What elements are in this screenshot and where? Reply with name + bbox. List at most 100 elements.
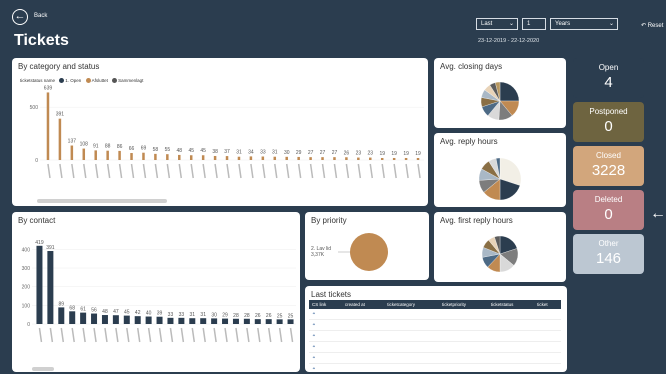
- reset-button[interactable]: ↶ Reset: [641, 22, 663, 29]
- status-tile-postponed[interactable]: Postponed 0: [573, 102, 644, 142]
- bar[interactable]: [357, 157, 360, 160]
- link-icon[interactable]: ⚭: [309, 319, 342, 331]
- horizontal-scrollbar[interactable]: [32, 367, 54, 371]
- pie-slice[interactable]: [499, 81, 520, 102]
- bar[interactable]: [254, 319, 261, 324]
- bar[interactable]: [47, 251, 54, 324]
- bar[interactable]: [130, 153, 133, 160]
- filter-number-input[interactable]: 1: [522, 18, 546, 30]
- bar[interactable]: [273, 156, 277, 160]
- pie-slice[interactable]: [350, 233, 388, 271]
- bar[interactable]: [58, 118, 62, 160]
- bar[interactable]: [70, 145, 74, 160]
- bar[interactable]: [285, 156, 288, 160]
- link-icon[interactable]: ⚭: [309, 341, 342, 353]
- bar[interactable]: [297, 156, 300, 160]
- table-row[interactable]: ⚭: [309, 330, 561, 342]
- bar[interactable]: [201, 155, 205, 160]
- bar[interactable]: [211, 318, 218, 324]
- bar[interactable]: [178, 154, 181, 160]
- arrow-left-icon[interactable]: ←: [650, 205, 666, 223]
- bar[interactable]: [276, 319, 283, 324]
- bar[interactable]: [232, 318, 239, 324]
- bar[interactable]: [46, 92, 50, 160]
- filter-mode-select[interactable]: Last ⌄: [476, 18, 518, 30]
- x-tick-label-placeholder: [262, 163, 266, 179]
- bar[interactable]: [106, 150, 109, 160]
- link-icon[interactable]: ⚭: [309, 363, 342, 372]
- bar[interactable]: [345, 157, 348, 160]
- pie-label-value: 3,37K: [311, 252, 325, 258]
- column-header[interactable]: CS link: [309, 300, 342, 309]
- back-label[interactable]: Back: [34, 13, 47, 19]
- bar[interactable]: [101, 315, 108, 324]
- bar[interactable]: [80, 312, 87, 324]
- y-tick-label: 500: [30, 105, 39, 111]
- bar[interactable]: [166, 154, 169, 160]
- column-header[interactable]: ticket: [534, 300, 561, 309]
- bar[interactable]: [167, 317, 174, 324]
- table-row[interactable]: ⚭: [309, 319, 561, 331]
- status-tile-closed[interactable]: Closed 3228: [573, 146, 644, 186]
- bar[interactable]: [404, 157, 408, 160]
- filter-unit-select[interactable]: Years ⌄: [550, 18, 618, 30]
- table-row[interactable]: ⚭: [309, 341, 561, 353]
- bar[interactable]: [94, 150, 97, 160]
- bar[interactable]: [69, 311, 76, 324]
- table-row[interactable]: ⚭: [309, 309, 561, 320]
- back-icon[interactable]: ←: [12, 9, 28, 25]
- bar[interactable]: [222, 318, 229, 324]
- bar[interactable]: [156, 316, 163, 324]
- column-header[interactable]: ticketcategory: [384, 300, 440, 309]
- bar[interactable]: [380, 157, 384, 160]
- data-label: 47: [113, 309, 119, 315]
- bar[interactable]: [200, 318, 207, 324]
- column-header[interactable]: created at: [341, 300, 385, 309]
- status-tile-label: Closed: [596, 151, 621, 160]
- bar[interactable]: [82, 148, 86, 160]
- link-icon[interactable]: ⚭: [309, 330, 342, 342]
- bar[interactable]: [416, 157, 420, 160]
- link-icon[interactable]: ⚭: [309, 352, 342, 364]
- undo-icon: ↶: [641, 23, 647, 29]
- bar[interactable]: [189, 155, 193, 160]
- bar[interactable]: [91, 313, 98, 324]
- bar[interactable]: [134, 316, 141, 324]
- status-tile-other[interactable]: Other 146: [573, 234, 644, 274]
- bar[interactable]: [392, 157, 396, 160]
- status-tile-deleted[interactable]: Deleted 0: [573, 190, 644, 230]
- bar[interactable]: [265, 319, 272, 324]
- y-tick-label: 300: [22, 266, 31, 272]
- x-tick-label-placeholder: [60, 327, 65, 343]
- bar[interactable]: [225, 156, 229, 160]
- horizontal-scrollbar[interactable]: [37, 199, 167, 203]
- bar[interactable]: [36, 245, 43, 324]
- bar[interactable]: [249, 156, 253, 160]
- bar[interactable]: [154, 153, 157, 160]
- status-tile-open[interactable]: Open 4: [573, 58, 644, 98]
- column-header[interactable]: ticketstatus: [487, 300, 535, 309]
- column-header[interactable]: ticketpriority: [439, 300, 488, 309]
- link-icon[interactable]: ⚭: [309, 309, 342, 320]
- bar[interactable]: [369, 157, 372, 160]
- bar[interactable]: [243, 318, 250, 324]
- bar[interactable]: [213, 155, 217, 160]
- bar[interactable]: [333, 157, 336, 160]
- bar[interactable]: [261, 156, 265, 160]
- bar[interactable]: [178, 317, 185, 324]
- bar[interactable]: [145, 316, 152, 324]
- bar[interactable]: [112, 315, 119, 324]
- bar[interactable]: [189, 318, 196, 324]
- table-row[interactable]: ⚭: [309, 352, 561, 364]
- bar[interactable]: [142, 152, 145, 160]
- bar[interactable]: [321, 157, 324, 160]
- bar[interactable]: [118, 150, 121, 160]
- bar[interactable]: [309, 157, 312, 160]
- table-row[interactable]: ⚭: [309, 363, 561, 372]
- bar[interactable]: [237, 156, 241, 160]
- bar[interactable]: [58, 307, 65, 324]
- bar[interactable]: [287, 319, 294, 324]
- status-tile-label: Deleted: [594, 195, 623, 204]
- x-tick-label-placeholder: [238, 163, 242, 179]
- bar[interactable]: [123, 315, 130, 324]
